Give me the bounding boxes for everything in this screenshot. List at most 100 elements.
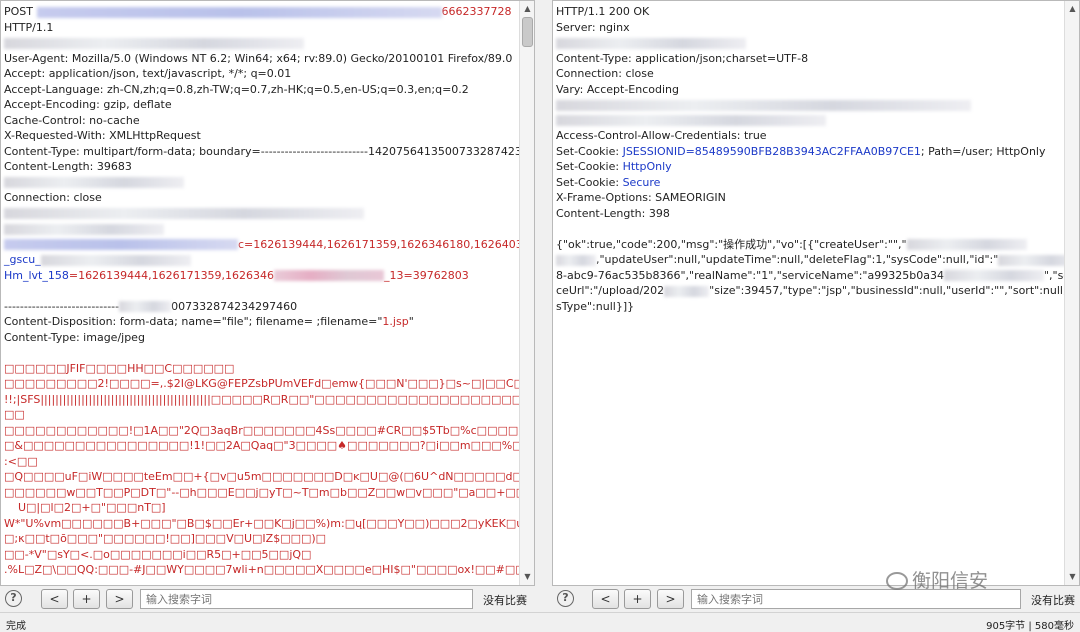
request-line: [4, 175, 516, 191]
pane-divider[interactable]: [535, 0, 552, 612]
binary-line: W*"U%vm□□□□□□B+□□□"□B□$□□Er+□□K□j□□%)m:□…: [4, 516, 519, 530]
request-line: Content-Type: multipart/form-data; bound…: [4, 144, 519, 158]
response-line: Connection: close: [556, 67, 654, 80]
redacted-cookie: [274, 270, 385, 281]
previous-match-button[interactable]: <: [41, 589, 68, 609]
binary-line: □;κ□□t□ō□□□"□□□□□□!□□]□□□V□U□IZ$□□□)□: [4, 532, 327, 545]
add-button[interactable]: +: [624, 589, 651, 609]
request-line: X-Requested-With: XMLHttpRequest: [4, 129, 201, 142]
status-text: 完成: [6, 621, 26, 632]
response-line: [556, 113, 1061, 129]
response-stats: 905字节 | 580毫秒: [986, 621, 1074, 632]
request-line: [4, 345, 516, 361]
binary-line: □□□□□□JFIF□□□□HH□□C□□□□□□: [4, 361, 235, 375]
redacted-value: [943, 270, 1044, 281]
redacted-value: [556, 254, 596, 266]
match-count: 没有比赛: [1031, 594, 1075, 607]
binary-line: □&□□□□□□□□□□□□□□□□!1!□□2A□Qaq□"3□□□□♠□□□…: [4, 439, 519, 452]
request-line: User-Agent: Mozilla/5.0 (Windows NT 6.2;…: [4, 51, 513, 65]
response-scrollbar[interactable]: ▲ ▼: [1064, 1, 1079, 585]
response-line: [556, 221, 1061, 237]
binary-line: U□|□l□2□+□"□□□nT□]: [4, 501, 166, 514]
request-line: [4, 221, 516, 237]
watermark: 衡阳信安: [886, 566, 988, 593]
request-line: [4, 35, 516, 51]
help-icon[interactable]: ?: [5, 590, 22, 607]
request-line: Connection: close: [4, 191, 102, 204]
scroll-thumb[interactable]: [522, 17, 533, 47]
response-line: HTTP/1.1 200 OK: [556, 5, 650, 18]
request-line: Accept-Language: zh-CN,zh;q=0.8,zh-TW;q=…: [4, 82, 469, 96]
previous-match-button[interactable]: <: [592, 589, 619, 609]
response-line: Server: nginx: [556, 20, 630, 34]
response-line: Set-Cookie: JSESSIONID=85489590BFB28B394…: [556, 144, 1046, 158]
request-line: _gscu_: [4, 252, 516, 268]
redacted-cookie: [4, 239, 238, 250]
request-pane[interactable]: POST 6662337728 HTTP/1.1 User-Agent: Moz…: [0, 0, 535, 586]
binary-line: .%L□Z□\□□QQ:□□□-#J□□WY□□□□7wli+n□□□□□X□□…: [4, 563, 519, 576]
request-editor[interactable]: POST 6662337728 HTTP/1.1 User-Agent: Moz…: [1, 1, 519, 585]
response-line: Vary: Accept-Encoding: [556, 82, 679, 96]
request-line: Accept-Encoding: gzip, deflate: [4, 98, 172, 111]
request-scrollbar[interactable]: ▲ ▼: [519, 1, 534, 585]
response-pane[interactable]: HTTP/1.1 200 OK Server: nginx Content-Ty…: [552, 0, 1080, 586]
wechat-icon: [886, 572, 908, 590]
redacted-value: [906, 239, 1027, 250]
redacted-header: [556, 115, 826, 126]
status-bar: 完成 905字节 | 580毫秒: [0, 612, 1080, 632]
next-match-button[interactable]: >: [106, 589, 133, 609]
binary-line: □Q□□□□uF□iW□□□□teEm□□+{□v□u5m□□□□□□□D□ĸ□…: [4, 470, 519, 483]
request-line: ----------------------------- 00733287423…: [4, 299, 298, 313]
request-line: HTTP/1.1: [4, 20, 54, 34]
request-line: [4, 206, 516, 222]
redacted-value: [664, 285, 710, 297]
redacted-cookie: [4, 223, 164, 235]
response-line: Set-Cookie: Secure: [556, 175, 661, 189]
request-line: Content-Disposition: form-data; name="fi…: [4, 315, 414, 328]
response-editor[interactable]: HTTP/1.1 200 OK Server: nginx Content-Ty…: [553, 1, 1064, 585]
next-match-button[interactable]: >: [657, 589, 684, 609]
redacted-url: [36, 6, 442, 18]
request-search-toolbar: ? < + > 没有比赛: [0, 587, 535, 611]
response-line: ,"updateUser":null,"updateTime":null,"de…: [556, 252, 1064, 268]
burp-repeater-window: POST 6662337728 HTTP/1.1 User-Agent: Moz…: [0, 0, 1080, 632]
redacted-host: [4, 37, 304, 49]
response-line: Set-Cookie: HttpOnly: [556, 160, 672, 173]
scroll-up-icon[interactable]: ▲: [1066, 2, 1079, 16]
binary-line: □□: [4, 408, 25, 421]
redacted-boundary: [119, 301, 172, 312]
redacted-header: [4, 177, 184, 188]
response-line: [556, 97, 1061, 113]
add-button[interactable]: +: [73, 589, 100, 609]
response-line: sType":null}]}: [556, 299, 635, 313]
request-line: Cache-Control: no-cache: [4, 113, 140, 127]
response-line: Content-Type: application/json;charset=U…: [556, 51, 809, 65]
redacted-value: [998, 254, 1064, 266]
redacted-header: [556, 99, 971, 111]
scroll-down-icon[interactable]: ▼: [521, 570, 534, 584]
response-line: 8-abc9-76ac535b8366","realName":"1","ser…: [556, 268, 1064, 282]
scroll-down-icon[interactable]: ▼: [1066, 570, 1079, 584]
redacted-header: [556, 37, 746, 49]
search-input[interactable]: [140, 589, 473, 609]
binary-line: !!;|SFS|||||||||||||||||||||||||||||||||…: [4, 392, 519, 406]
request-line: Accept: application/json, text/javascrip…: [4, 67, 292, 80]
redacted-cookie: [4, 208, 364, 219]
request-line: Content-Length: 39683: [4, 160, 132, 173]
binary-line: □□□□□□□□□□□□!□1A□□"2Q□3aqBr□□□□□□□4Ss□□□…: [4, 423, 519, 437]
binary-line: :<□□: [4, 454, 38, 468]
request-line: [4, 283, 516, 299]
response-line: ceUrl":"/upload/202 "size":39457,"type":"…: [556, 284, 1064, 297]
binary-line: □□□□□□□□□2!□□□□=,.$2I@LKG@FEPZsbPUmVEFd□…: [4, 377, 519, 390]
redacted-cookie: [40, 254, 191, 266]
request-line: POST 6662337728: [4, 5, 512, 18]
response-line: [556, 35, 1061, 51]
scroll-up-icon[interactable]: ▲: [521, 2, 534, 16]
response-search-toolbar: ? < + > 没有比赛: [552, 587, 1080, 611]
response-line: Access-Control-Allow-Credentials: true: [556, 129, 767, 142]
help-icon[interactable]: ?: [557, 590, 574, 607]
binary-line: □□-*V"□sY□<.□o□□□□□□□i□□R5□+□□5□□jQ□: [4, 547, 312, 561]
request-line: c=1626139444,1626171359,1626346180,16264…: [4, 237, 519, 253]
request-line: Hm_lvt_158=1626139444,1626171359,1626346…: [4, 268, 469, 282]
request-line: Content-Type: image/jpeg: [4, 330, 145, 344]
